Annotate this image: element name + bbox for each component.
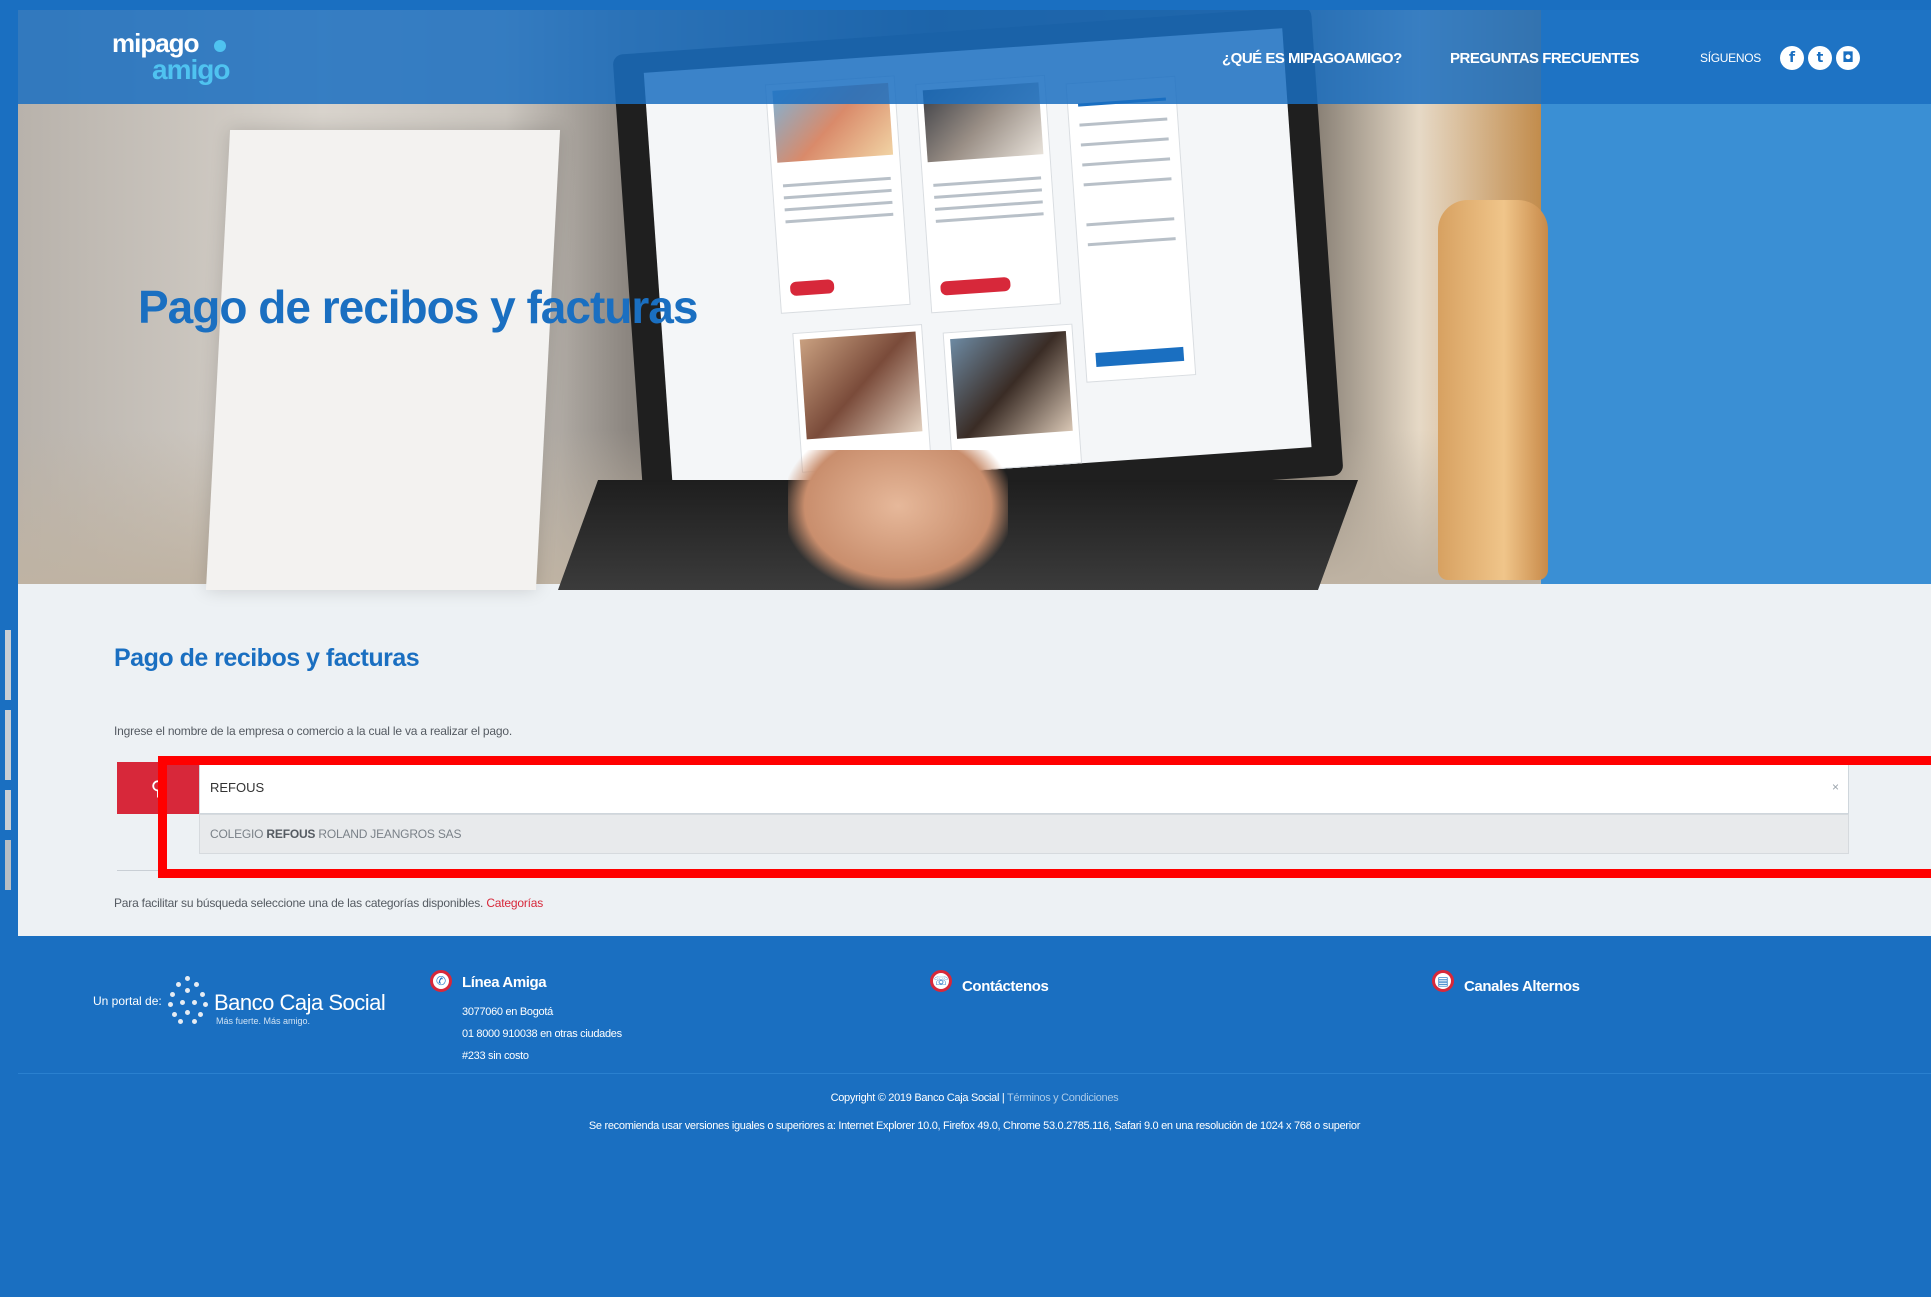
logo-text-amigo: amigo xyxy=(152,54,230,85)
instagram-icon[interactable]: ◘ xyxy=(1836,46,1860,70)
category-help: Para facilitar su búsqueda seleccione un… xyxy=(114,896,544,910)
mipagoamigo-logo[interactable]: mipago amigo xyxy=(112,28,242,88)
contact-icon: ☏ xyxy=(930,970,952,992)
linea-amiga-line: 01 8000 910038 en otras ciudades xyxy=(462,1028,622,1040)
footer-top: Un portal de: Banco Caja Social Más fuer… xyxy=(18,936,1931,1074)
banco-caja-social-logo[interactable] xyxy=(168,976,208,1024)
hero-cup xyxy=(1438,200,1548,580)
hero-paper xyxy=(205,130,561,590)
hero-card xyxy=(915,74,1061,314)
contactenos-link[interactable]: Contáctenos xyxy=(962,978,1049,995)
canales-alternos-link[interactable]: Canales Alternos xyxy=(1464,978,1580,995)
hero-title: Pago de recibos y facturas xyxy=(138,281,698,333)
phone-icon: ✆ xyxy=(430,970,452,992)
highlight-box xyxy=(158,756,1931,878)
channels-icon: ▤ xyxy=(1432,970,1454,992)
page-title: Pago de recibos y facturas xyxy=(114,644,420,672)
linea-amiga-title[interactable]: Línea Amiga xyxy=(462,974,547,991)
nav-preguntas-frecuentes[interactable]: PREGUNTAS FRECUENTES xyxy=(1450,50,1639,67)
nav-que-es[interactable]: ¿QUÉ ES MIPAGOAMIGO? xyxy=(1222,50,1402,67)
bank-name: Banco Caja Social xyxy=(214,990,386,1015)
terms-link[interactable]: Términos y Condiciones xyxy=(1007,1092,1119,1104)
follow-label: SÍGUENOS xyxy=(1700,51,1761,65)
hero-card xyxy=(764,75,911,314)
portal-label: Un portal de: xyxy=(93,994,162,1008)
categories-link[interactable]: Categorías xyxy=(486,896,543,910)
hero-hand xyxy=(788,450,1008,590)
linea-amiga-line: #233 sin costo xyxy=(462,1050,529,1062)
side-watermark xyxy=(0,620,18,900)
logo-dot xyxy=(214,40,226,52)
twitter-icon[interactable]: t xyxy=(1808,46,1832,70)
footer: Un portal de: Banco Caja Social Más fuer… xyxy=(18,936,1931,1292)
browser-recommendation: Se recomienda usar versiones iguales o s… xyxy=(588,1120,1361,1132)
facebook-icon[interactable]: f xyxy=(1780,46,1804,70)
bank-tagline: Más fuerte. Más amigo. xyxy=(216,1016,311,1026)
hero-card xyxy=(1065,75,1197,383)
page: Pago de recibos y facturas mipago amigo … xyxy=(18,10,1931,1292)
top-header: mipago amigo ¿QUÉ ES MIPAGOAMIGO? PREGUN… xyxy=(18,10,1931,104)
search-instructions: Ingrese el nombre de la empresa o comerc… xyxy=(114,724,512,738)
copyright: Copyright © 2019 Banco Caja Social | Tér… xyxy=(830,1092,1119,1104)
linea-amiga-line: 3077060 en Bogotá xyxy=(462,1006,553,1018)
